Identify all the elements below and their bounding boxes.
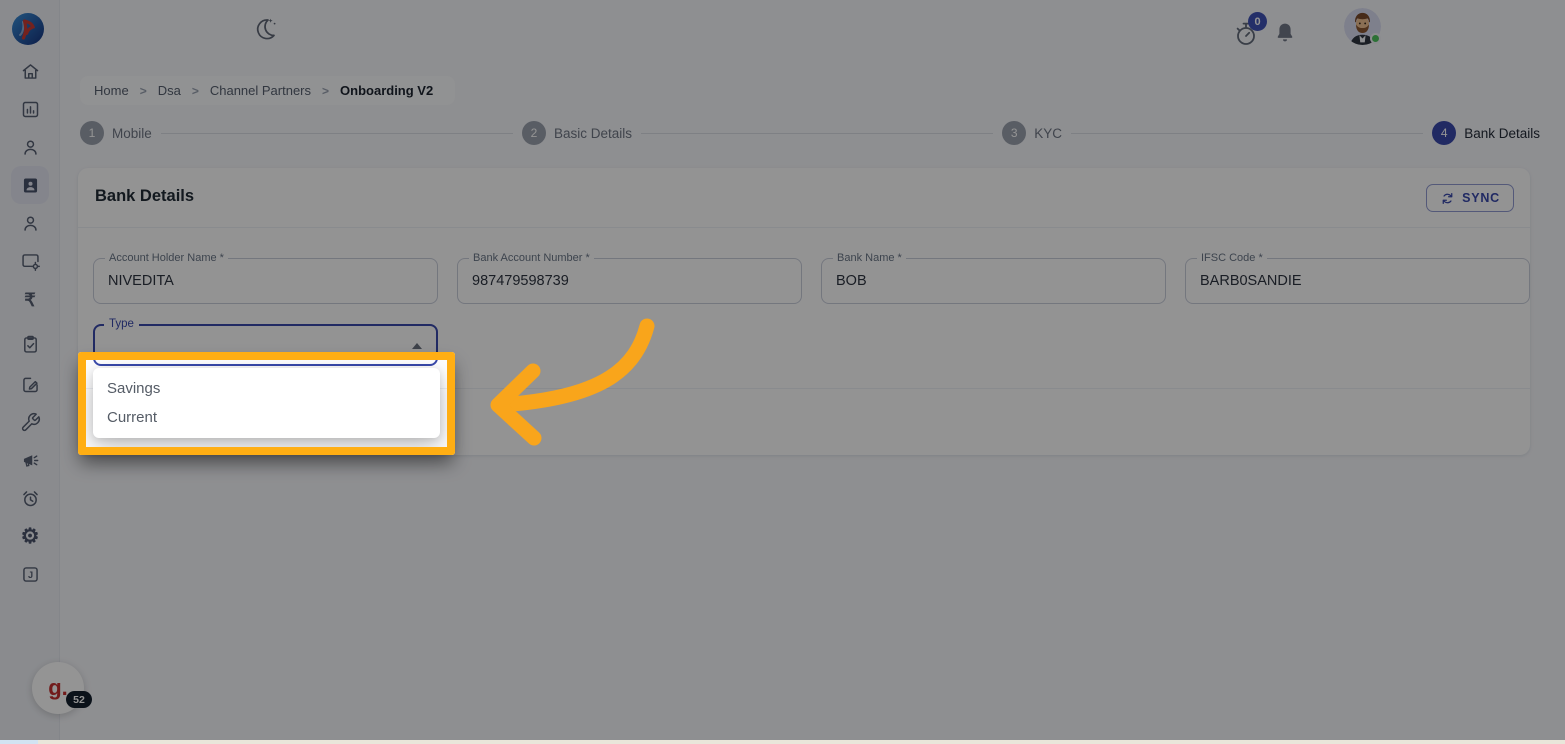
person-icon bbox=[23, 215, 37, 231]
wrench-icon bbox=[21, 412, 40, 431]
alarm-clock-icon bbox=[22, 490, 38, 506]
account-type-select[interactable]: Type bbox=[93, 318, 438, 366]
breadcrumb: Home > Dsa > Channel Partners > Onboardi… bbox=[80, 76, 455, 105]
sidebar-item-dashboard[interactable] bbox=[0, 90, 60, 128]
dark-mode-moon-icon[interactable] bbox=[252, 16, 278, 42]
sidebar-item-campaigns[interactable] bbox=[0, 441, 60, 479]
type-select-label: Type bbox=[104, 318, 139, 330]
person-icon bbox=[23, 139, 37, 155]
step-label: Bank Details bbox=[1464, 125, 1540, 141]
sidebar-item-reminders[interactable] bbox=[0, 479, 60, 517]
dashboard-icon bbox=[22, 101, 38, 117]
bank-account-number-field[interactable]: Bank Account Number * 987479598739 bbox=[457, 252, 802, 304]
sync-button[interactable]: SYNC bbox=[1426, 184, 1514, 212]
step-label: KYC bbox=[1034, 125, 1062, 141]
field-label: Account Holder Name * bbox=[105, 252, 228, 264]
sidebar-item-channel-partners[interactable] bbox=[0, 166, 60, 204]
card-header-divider bbox=[78, 227, 1530, 228]
step-label: Mobile bbox=[112, 125, 152, 141]
onboarding-stepper: 1 Mobile 2 Basic Details 3 KYC 4 Bank De… bbox=[80, 120, 1540, 146]
step-kyc[interactable]: 3 KYC bbox=[1002, 121, 1062, 145]
id-badge-icon bbox=[23, 178, 37, 192]
timer-count-badge: 0 bbox=[1248, 12, 1267, 31]
clipboard-check-icon bbox=[23, 335, 37, 353]
breadcrumb-dsa[interactable]: Dsa bbox=[158, 83, 181, 98]
field-label: Bank Account Number * bbox=[469, 252, 594, 264]
card-title: Bank Details bbox=[95, 187, 195, 205]
sidebar-item-tools[interactable] bbox=[0, 403, 60, 441]
stepper-connector bbox=[1070, 132, 1424, 134]
type-dropdown-menu: Savings Current bbox=[93, 368, 440, 438]
app-logo-icon bbox=[12, 13, 44, 45]
breadcrumb-current: Onboarding V2 bbox=[340, 83, 434, 98]
stepper-connector bbox=[160, 132, 513, 134]
feedback-count-badge: 52 bbox=[66, 691, 92, 708]
step-number: 3 bbox=[1002, 121, 1027, 145]
home-icon bbox=[22, 63, 38, 79]
megaphone-icon bbox=[23, 454, 38, 467]
sidebar-item-settings[interactable]: ⚙ bbox=[0, 517, 60, 555]
journal-j-icon: J bbox=[22, 566, 38, 582]
sidebar-item-tasks[interactable] bbox=[0, 325, 60, 363]
sidebar-item-leads[interactable] bbox=[0, 128, 60, 166]
chevron-up-icon bbox=[412, 343, 422, 349]
step-number: 4 bbox=[1432, 121, 1457, 145]
step-bank-details[interactable]: 4 Bank Details bbox=[1432, 121, 1540, 145]
note-edit-icon bbox=[22, 377, 38, 392]
notifications-bell-icon[interactable] bbox=[1272, 20, 1298, 46]
bank-name-field[interactable]: Bank Name * BOB bbox=[821, 252, 1166, 304]
breadcrumb-separator: > bbox=[139, 83, 147, 98]
sidebar-item-customers[interactable] bbox=[0, 204, 60, 242]
sidebar-item-portal-settings[interactable] bbox=[0, 242, 60, 280]
field-label: IFSC Code * bbox=[1197, 252, 1267, 264]
breadcrumb-home[interactable]: Home bbox=[94, 83, 129, 98]
breadcrumb-separator: > bbox=[191, 83, 199, 98]
type-option-savings[interactable]: Savings bbox=[93, 374, 440, 403]
field-label: Bank Name * bbox=[833, 252, 906, 264]
step-mobile[interactable]: 1 Mobile bbox=[80, 121, 152, 145]
breadcrumb-channel-partners[interactable]: Channel Partners bbox=[210, 83, 311, 98]
sync-icon bbox=[1442, 192, 1453, 204]
step-label: Basic Details bbox=[553, 125, 633, 141]
feedback-widget-logo: g. bbox=[48, 675, 68, 700]
gear-icon: ⚙ bbox=[20, 524, 40, 548]
step-number: 2 bbox=[521, 121, 546, 145]
online-status-dot bbox=[1370, 33, 1381, 44]
stepper-connector bbox=[641, 132, 994, 134]
sidebar-item-home[interactable] bbox=[0, 52, 60, 90]
ifsc-code-field[interactable]: IFSC Code * BARB0SANDIE bbox=[1185, 252, 1530, 304]
step-number: 1 bbox=[80, 121, 104, 145]
sidebar: ₹ ⚙ J bbox=[0, 0, 60, 744]
sidebar-item-payments[interactable]: ₹ bbox=[0, 281, 60, 319]
sync-button-label: SYNC bbox=[1462, 191, 1500, 205]
svg-text:J: J bbox=[27, 570, 32, 580]
type-select-value bbox=[95, 326, 436, 340]
type-option-current[interactable]: Current bbox=[93, 403, 440, 432]
bottom-edge-strip bbox=[0, 740, 1565, 744]
breadcrumb-separator: > bbox=[322, 83, 330, 98]
window-settings-icon bbox=[21, 253, 40, 271]
sidebar-item-notes[interactable] bbox=[0, 365, 60, 403]
account-holder-name-field[interactable]: Account Holder Name * NIVEDITA bbox=[93, 252, 438, 304]
step-basic-details[interactable]: 2 Basic Details bbox=[521, 121, 633, 145]
sidebar-item-journal[interactable]: J bbox=[0, 555, 60, 593]
rupee-icon: ₹ bbox=[24, 290, 36, 310]
